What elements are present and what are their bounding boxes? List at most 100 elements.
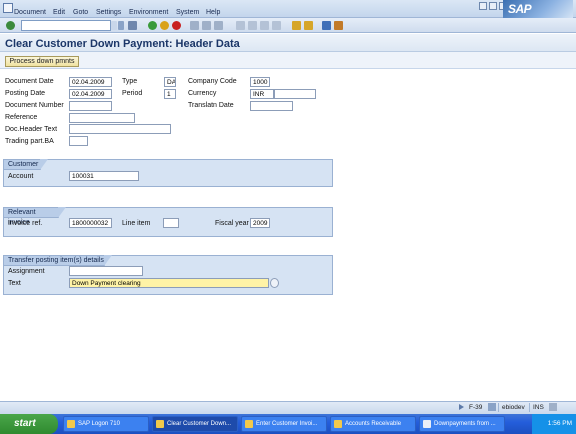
start-button[interactable]: start	[0, 414, 58, 434]
posting-date-field[interactable]: 02.04.2009	[69, 89, 112, 99]
assignment-field[interactable]	[69, 266, 143, 276]
folder-icon	[334, 420, 342, 428]
account-field[interactable]: 100031	[69, 171, 139, 181]
reference-label: Reference	[5, 114, 38, 121]
invoice-ref-field[interactable]: 1800000032	[69, 218, 112, 228]
task-downpayments-label: Downpayments from ...	[434, 421, 496, 427]
company-code-label: Company Code	[188, 78, 237, 85]
status-lock-icon	[549, 403, 557, 411]
company-code-field[interactable]: 1000	[250, 77, 270, 87]
document-date-label: Document Date	[5, 78, 54, 85]
status-session-icon[interactable]	[488, 403, 496, 411]
create-session-icon[interactable]	[292, 21, 301, 30]
task-accounts-receivable[interactable]: Accounts Receivable	[330, 416, 416, 432]
status-server: ebiodev	[498, 403, 528, 412]
relevant-invoice-group-title: Relevant invoice	[3, 207, 66, 226]
type-field[interactable]: DA	[164, 77, 176, 87]
first-page-icon[interactable]	[236, 21, 245, 30]
currency-label: Currency	[188, 90, 217, 97]
status-transaction: F-39	[469, 404, 483, 411]
customer-group-title: Customer	[3, 159, 48, 170]
document-number-field[interactable]	[69, 101, 112, 111]
find-icon[interactable]	[202, 21, 211, 30]
dropdown-icon[interactable]	[111, 21, 117, 30]
task-downpayments[interactable]: Downpayments from ...	[419, 416, 505, 432]
minimize-icon[interactable]	[479, 2, 487, 10]
exchange-rate-field[interactable]	[274, 89, 316, 99]
customer-group: Customer	[3, 159, 333, 187]
task-accounts-receivable-label: Accounts Receivable	[345, 421, 402, 427]
application-toolbar	[0, 52, 576, 69]
doc-header-text-field[interactable]	[69, 124, 171, 134]
back-icon[interactable]	[148, 21, 157, 30]
type-label: Type	[122, 78, 138, 85]
previous-page-icon[interactable]	[248, 21, 257, 30]
text-label: Text	[8, 280, 21, 287]
print-icon[interactable]	[190, 21, 199, 30]
task-sap-logon-label: SAP Logon 710	[78, 421, 120, 427]
exit-icon[interactable]	[160, 21, 169, 30]
reference-field[interactable]	[69, 113, 135, 123]
sap-logo-text: SAP	[508, 2, 532, 16]
period-field[interactable]: 1	[164, 89, 176, 99]
sap-logo: SAP	[503, 0, 573, 18]
doc-header-text-label: Doc.Header Text	[5, 126, 58, 133]
document-date-field[interactable]: 02.04.2009	[69, 77, 112, 87]
last-page-icon[interactable]	[272, 21, 281, 30]
currency-field[interactable]: INR	[250, 89, 274, 99]
sap-window-icon	[156, 420, 164, 428]
translatn-date-label: Translatn Date	[188, 102, 234, 109]
menu-help[interactable]: Help	[206, 9, 220, 16]
save-icon[interactable]	[128, 21, 137, 30]
trading-part-ba-field[interactable]	[69, 136, 88, 146]
menu-goto[interactable]: Goto	[73, 9, 88, 16]
maximize-icon[interactable]	[489, 2, 497, 10]
status-mode: INS	[529, 403, 545, 412]
back-arrow-icon[interactable]	[118, 21, 124, 30]
line-item-field[interactable]	[163, 218, 179, 228]
transfer-posting-group-title: Transfer posting item(s) details	[3, 255, 112, 266]
document-number-label: Document Number	[5, 102, 64, 109]
enter-icon[interactable]	[6, 21, 15, 30]
command-field[interactable]	[21, 20, 111, 31]
next-page-icon[interactable]	[260, 21, 269, 30]
line-item-label: Line item	[122, 220, 151, 227]
menu-edit[interactable]: Edit	[53, 9, 65, 16]
text-field[interactable]: Down Payment clearing	[69, 278, 269, 288]
layout-icon[interactable]	[334, 21, 343, 30]
menu-settings[interactable]: Settings	[96, 9, 121, 16]
system-clock: 1:56 PM	[532, 414, 576, 434]
transfer-posting-group: Transfer posting item(s) details	[3, 255, 333, 295]
task-clear-customer-label: Clear Customer Down...	[167, 421, 232, 427]
trading-part-ba-label: Trading part.BA	[5, 138, 54, 145]
menu-environment[interactable]: Environment	[129, 9, 168, 16]
page-title: Clear Customer Down Payment: Header Data	[5, 38, 240, 50]
menu-system[interactable]: System	[176, 9, 199, 16]
invoice-ref-label: Invoice ref.	[8, 220, 43, 227]
app-icon[interactable]	[3, 3, 13, 13]
sap-window-icon	[245, 420, 253, 428]
translatn-date-field[interactable]	[250, 101, 293, 111]
help-icon[interactable]	[322, 21, 331, 30]
task-enter-customer-invoice[interactable]: Enter Customer Invoi...	[241, 416, 327, 432]
fiscal-year-label: Fiscal year	[215, 220, 249, 227]
shortcut-icon[interactable]	[304, 21, 313, 30]
status-arrow-icon[interactable]	[459, 404, 464, 410]
period-label: Period	[122, 90, 143, 97]
cancel-icon[interactable]	[172, 21, 181, 30]
task-clear-customer[interactable]: Clear Customer Down...	[152, 416, 238, 432]
task-sap-logon[interactable]: SAP Logon 710	[63, 416, 149, 432]
account-label: Account	[8, 173, 34, 180]
assignment-label: Assignment	[8, 268, 45, 275]
process-down-payments-button[interactable]: Process down pmnts	[5, 56, 79, 67]
find-next-icon[interactable]	[214, 21, 223, 30]
menu-document[interactable]: Document	[14, 9, 46, 16]
fiscal-year-field[interactable]: 2009	[250, 218, 270, 228]
sap-logon-icon	[67, 420, 75, 428]
task-enter-customer-invoice-label: Enter Customer Invoi...	[256, 421, 318, 427]
document-icon	[423, 420, 431, 428]
long-text-icon[interactable]	[270, 278, 279, 288]
menu-bar: Document Edit Goto Settings Environment …	[0, 0, 576, 18]
title-bar: Clear Customer Down Payment: Header Data	[0, 34, 576, 52]
posting-date-label: Posting Date	[5, 90, 46, 97]
